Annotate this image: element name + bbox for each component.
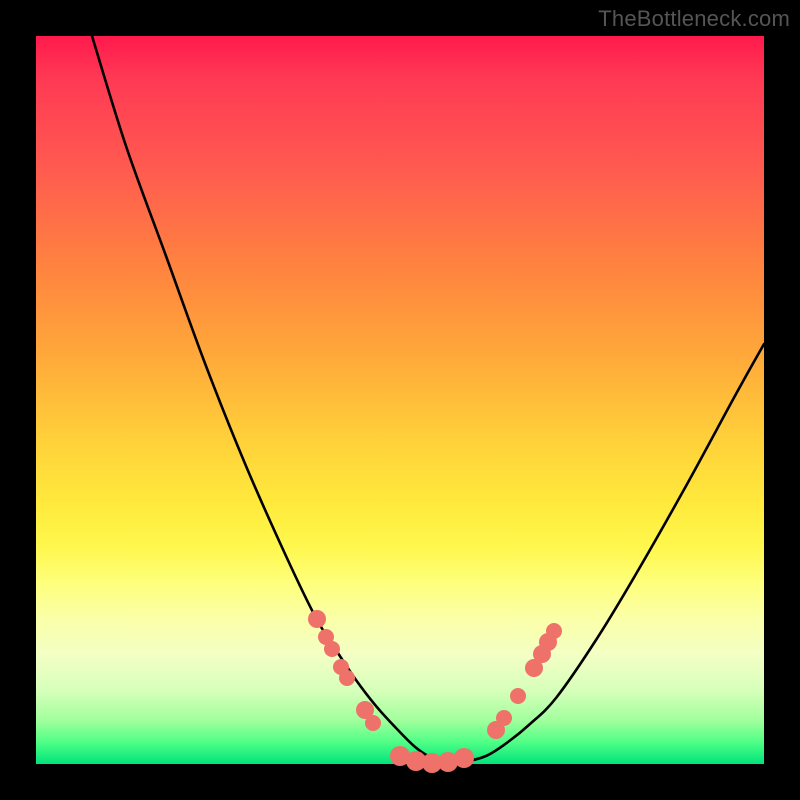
plot-area <box>36 36 764 764</box>
chart-frame: TheBottleneck.com <box>0 0 800 800</box>
curve-marker <box>324 641 340 657</box>
curve-marker <box>339 670 355 686</box>
curve-marker <box>546 623 562 639</box>
bottleneck-curve <box>92 36 764 763</box>
curve-marker <box>365 715 381 731</box>
curve-markers <box>308 610 562 773</box>
curve-svg <box>36 36 764 764</box>
watermark-text: TheBottleneck.com <box>598 6 790 32</box>
curve-marker <box>496 710 512 726</box>
curve-marker <box>308 610 326 628</box>
curve-marker <box>510 688 526 704</box>
curve-marker <box>454 748 474 768</box>
